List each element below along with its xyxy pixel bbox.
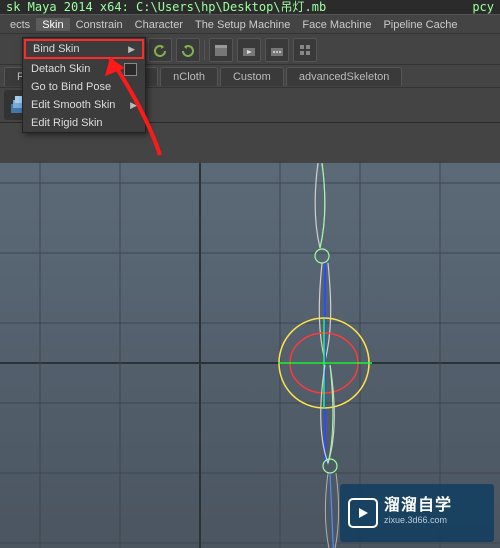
undo-icon [153, 43, 167, 57]
menu-item-edit-smooth-skin[interactable]: Edit Smooth Skin ▶ [23, 96, 145, 114]
skin-dropdown-menu: Bind Skin ▶ Detach Skin Go to Bind Pose … [22, 37, 146, 133]
watermark-badge: 溜溜自学 zixue.3d66.com [340, 484, 494, 542]
toolbar-separator [204, 40, 205, 60]
clapper-icon [214, 43, 228, 57]
menu-item-label: Edit Rigid Skin [31, 114, 103, 132]
render-settings-button[interactable] [265, 38, 289, 62]
shelf-tab-advskel[interactable]: advancedSkeleton [286, 67, 403, 86]
toolbar-button-group [148, 38, 317, 62]
clapper-play-icon [242, 43, 256, 57]
watermark-url: zixue.3d66.com [384, 513, 452, 527]
clapper-dots-icon [270, 43, 284, 57]
shelf-tab-ncloth[interactable]: nCloth [160, 67, 218, 86]
undo-button[interactable] [148, 38, 172, 62]
menu-item-detach-skin[interactable]: Detach Skin [23, 60, 145, 78]
shelf-tab-custom[interactable]: Custom [220, 67, 284, 86]
redo-icon [181, 43, 195, 57]
option-box-icon[interactable] [124, 63, 137, 76]
window-title-text: sk Maya 2014 x64: C:\Users\hp\Desktop\吊灯… [6, 0, 326, 14]
menu-character[interactable]: Character [129, 18, 189, 31]
redo-button[interactable] [176, 38, 200, 62]
ipr-button[interactable] [237, 38, 261, 62]
submenu-arrow-icon: ▶ [128, 40, 135, 58]
menu-item-label: Go to Bind Pose [31, 78, 111, 96]
menu-item-edit-rigid-skin[interactable]: Edit Rigid Skin [23, 114, 145, 132]
window-title-bar: sk Maya 2014 x64: C:\Users\hp\Desktop\吊灯… [0, 0, 500, 14]
menu-item-label: Detach Skin [31, 60, 90, 78]
menu-item-label: Bind Skin [33, 40, 79, 58]
menu-tsm[interactable]: The Setup Machine [189, 18, 296, 31]
submenu-arrow-icon: ▶ [130, 96, 137, 114]
watermark-brand: 溜溜自学 [384, 499, 452, 513]
menu-item-bind-skin[interactable]: Bind Skin ▶ [25, 40, 143, 58]
menu-item-go-to-bind-pose[interactable]: Go to Bind Pose [23, 78, 145, 96]
menu-face-machine[interactable]: Face Machine [296, 18, 377, 31]
render-view-button[interactable] [293, 38, 317, 62]
menu-pipeline-cache[interactable]: Pipeline Cache [377, 18, 463, 31]
menu-constrain[interactable]: Constrain [70, 18, 129, 31]
menu-item-label: Edit Smooth Skin [31, 96, 115, 114]
menu-skin[interactable]: Skin [36, 18, 69, 31]
viewport-3d[interactable]: 溜溜自学 zixue.3d66.com [0, 163, 500, 548]
menu-effects[interactable]: ects [4, 18, 36, 31]
main-menu-bar: ects Skin Constrain Character The Setup … [0, 14, 500, 34]
grid-icon [298, 43, 312, 57]
render-button[interactable] [209, 38, 233, 62]
play-icon [348, 498, 378, 528]
title-right-text: pcy [472, 0, 494, 14]
